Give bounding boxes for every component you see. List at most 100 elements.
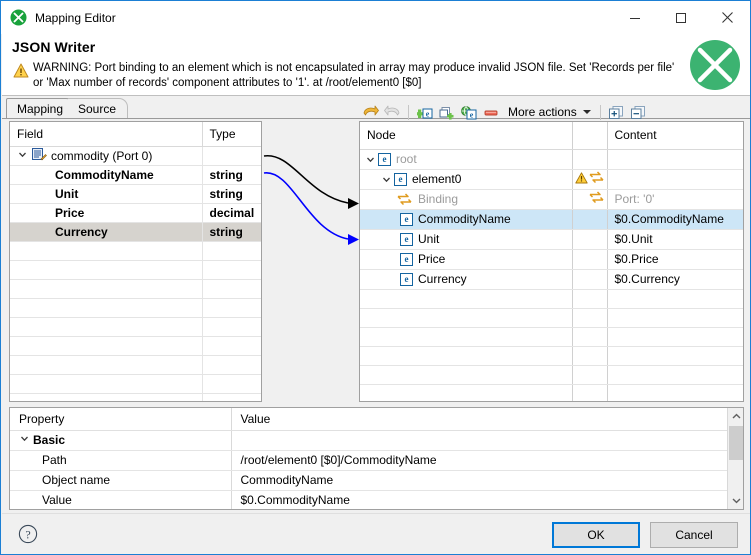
- field-column-header[interactable]: Field: [10, 122, 203, 147]
- tree-badge-cell: [572, 209, 608, 230]
- connector-blue-arrowhead: [348, 234, 359, 245]
- table-row-empty: [360, 289, 743, 309]
- empty-cell: [202, 260, 261, 280]
- chevron-down-icon[interactable]: [379, 174, 394, 185]
- table-row[interactable]: CommodityName string: [10, 165, 261, 185]
- table-row-empty: [360, 365, 743, 385]
- empty-cell: [10, 279, 203, 299]
- undo-button[interactable]: [359, 103, 381, 121]
- window-title: Mapping Editor: [35, 10, 116, 25]
- badge-column-header[interactable]: [572, 122, 608, 150]
- table-row[interactable]: e element0: [360, 169, 743, 190]
- empty-cell: [202, 317, 261, 337]
- scrollbar-thumb[interactable]: [729, 426, 743, 460]
- table-row[interactable]: Binding Port: '0': [360, 189, 743, 210]
- property-column-header[interactable]: Property: [10, 408, 232, 431]
- table-row[interactable]: Object name CommodityName: [10, 470, 728, 491]
- table-row-empty: [360, 327, 743, 347]
- svg-text:?: ?: [25, 527, 30, 541]
- property-scrollbar[interactable]: [727, 408, 743, 509]
- empty-cell: [607, 346, 743, 366]
- close-button[interactable]: [704, 2, 750, 34]
- table-row[interactable]: Path /root/element0 [$0]/CommodityName: [10, 450, 728, 471]
- chevron-down-icon[interactable]: [19, 433, 30, 447]
- table-row-empty: [360, 384, 743, 401]
- property-value-cell[interactable]: $0.CommodityName: [231, 490, 728, 509]
- empty-cell: [202, 241, 261, 261]
- chevron-up-icon[interactable]: [728, 408, 743, 425]
- empty-cell: [360, 289, 573, 309]
- field-cell: Currency: [10, 222, 203, 242]
- add-namespace-button[interactable]: e: [458, 103, 480, 121]
- more-actions-label: More actions: [508, 105, 577, 119]
- property-value-cell[interactable]: /root/element0 [$0]/CommodityName: [231, 450, 728, 471]
- table-row[interactable]: Basic: [10, 430, 728, 451]
- expand-all-button[interactable]: [606, 103, 628, 121]
- empty-cell: [360, 365, 573, 385]
- empty-cell: [607, 365, 743, 385]
- empty-cell: [202, 298, 261, 318]
- minimize-button[interactable]: [612, 2, 658, 34]
- tree-table-panel[interactable]: Node Content e root e element0 Binding P…: [359, 121, 744, 402]
- property-table: Property Value Basic Path /root/element0…: [10, 408, 728, 509]
- property-value-cell[interactable]: CommodityName: [231, 470, 728, 491]
- field-table-header-row: Field Type: [10, 122, 261, 147]
- value-column-header[interactable]: Value: [231, 408, 728, 431]
- warning-badge-icon: [574, 171, 588, 187]
- table-row[interactable]: e Price $0.Price: [360, 249, 743, 270]
- field-table-panel[interactable]: Field Type commodity (Port 0) CommodityN…: [9, 121, 262, 402]
- chevron-down-icon[interactable]: [17, 149, 28, 163]
- table-row[interactable]: e root: [360, 149, 743, 170]
- field-table: Field Type commodity (Port 0) CommodityN…: [10, 122, 261, 401]
- table-row[interactable]: Value $0.CommodityName: [10, 490, 728, 509]
- remove-button[interactable]: [480, 103, 502, 121]
- warning-triangle-icon: [13, 63, 29, 78]
- chevron-down-icon[interactable]: [728, 492, 743, 509]
- table-row-empty: [10, 374, 261, 394]
- property-value-cell[interactable]: [231, 430, 728, 451]
- collapse-all-button[interactable]: [628, 103, 650, 121]
- ok-button[interactable]: OK: [552, 522, 640, 548]
- add-element-button[interactable]: e: [414, 103, 436, 121]
- tree-content-label: Port: '0': [614, 192, 655, 206]
- svg-text:e: e: [470, 110, 474, 119]
- table-row-empty: [10, 336, 261, 356]
- table-row[interactable]: Currency string: [10, 222, 261, 242]
- warning-message: WARNING: Port binding to an element whic…: [33, 62, 675, 89]
- table-row[interactable]: Price decimal: [10, 203, 261, 223]
- add-container-button[interactable]: [436, 103, 458, 121]
- tree-content-label: $0.CommodityName: [614, 212, 724, 226]
- maximize-button[interactable]: [658, 2, 704, 34]
- tree-node-label: Price: [418, 252, 446, 266]
- help-question-icon[interactable]: ?: [18, 524, 38, 544]
- tree-badge-cell: [572, 189, 608, 210]
- chevron-down-icon[interactable]: [363, 154, 378, 165]
- tree-content-label: $0.Price: [614, 252, 659, 266]
- table-row-empty: [10, 355, 261, 375]
- more-actions-button[interactable]: More actions: [502, 103, 595, 121]
- mapping-editor-window: Mapping Editor JSON Writer WARNING: Port…: [0, 0, 751, 555]
- table-row[interactable]: e CommodityName $0.CommodityName: [360, 209, 743, 230]
- toolbar-separator: [408, 104, 409, 120]
- table-row[interactable]: e Unit $0.Unit: [360, 229, 743, 250]
- property-panel[interactable]: Property Value Basic Path /root/element0…: [9, 407, 744, 510]
- content-column-header[interactable]: Content: [607, 122, 743, 150]
- mapping-connectors: [263, 155, 359, 245]
- empty-cell: [10, 374, 203, 394]
- tree-content-cell: $0.Price: [607, 249, 743, 270]
- empty-cell: [607, 289, 743, 309]
- cancel-button[interactable]: Cancel: [650, 522, 738, 548]
- table-row[interactable]: e Currency $0.Currency: [360, 269, 743, 290]
- type-column-header[interactable]: Type: [202, 122, 261, 147]
- empty-cell: [10, 298, 203, 318]
- node-column-header[interactable]: Node: [360, 122, 573, 150]
- tree-content-label: [608, 172, 615, 186]
- tab-source[interactable]: Source: [68, 98, 129, 119]
- chevron-down-icon[interactable]: [582, 110, 591, 114]
- table-row[interactable]: commodity (Port 0): [10, 146, 261, 166]
- type-cell: decimal: [202, 203, 261, 223]
- table-row-empty: [10, 298, 261, 318]
- tab-mapping[interactable]: Mapping: [6, 98, 76, 119]
- dialog-footer: ? OK Cancel: [2, 513, 750, 554]
- table-row[interactable]: Unit string: [10, 184, 261, 204]
